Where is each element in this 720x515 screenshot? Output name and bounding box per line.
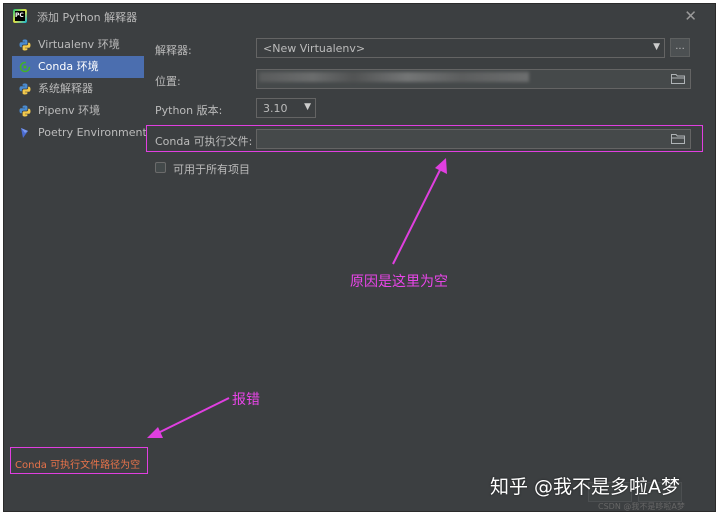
- location-label: 位置:: [155, 75, 181, 88]
- redacted-path: [259, 72, 529, 82]
- sidebar-item-label: Conda 环境: [38, 60, 99, 73]
- python-version-select[interactable]: 3.10 ▼: [256, 98, 316, 118]
- csdn-watermark: CSDN @我不是哆啦A梦: [598, 502, 685, 511]
- sidebar-item-virtualenv[interactable]: Virtualenv 环境: [12, 34, 144, 56]
- sidebar-item-label: Pipenv 环境: [38, 104, 101, 117]
- chevron-down-icon: ▼: [304, 102, 311, 112]
- sidebar-item-label: 系统解释器: [38, 82, 93, 95]
- python-version-value: 3.10: [263, 102, 288, 115]
- pipenv-icon: [19, 105, 31, 117]
- folder-icon[interactable]: [671, 73, 685, 84]
- poetry-icon: [21, 128, 28, 138]
- interpreter-value: <New Virtualenv>: [263, 42, 366, 55]
- interpreter-label: 解释器:: [155, 44, 192, 57]
- all-projects-checkbox[interactable]: [155, 162, 166, 173]
- sidebar-item-pipenv[interactable]: Pipenv 环境: [12, 100, 144, 122]
- location-field[interactable]: [256, 69, 691, 89]
- python-version-label: Python 版本:: [155, 104, 223, 117]
- browse-interpreter-button[interactable]: ...: [670, 38, 690, 57]
- zhihu-watermark: 知乎 @我不是多啦A梦: [490, 476, 681, 498]
- sidebar-item-label: Virtualenv 环境: [38, 38, 120, 51]
- dialog-title: 添加 Python 解释器: [37, 11, 138, 24]
- title-bar: 添加 Python 解释器 ✕: [4, 4, 715, 28]
- sidebar-item-system-interpreter[interactable]: 系统解释器: [12, 78, 144, 100]
- pycharm-logo-icon: [13, 9, 27, 23]
- add-python-interpreter-dialog: 添加 Python 解释器 ✕ Virtualenv 环境 Conda 环境 系…: [3, 3, 716, 512]
- annotation-error-pointer: 报错: [232, 392, 260, 408]
- all-projects-label: 可用于所有项目: [173, 163, 250, 176]
- interpreter-select[interactable]: <New Virtualenv> ▼: [256, 38, 665, 58]
- sidebar-item-label: Poetry Environment: [38, 126, 147, 139]
- python-icon: [19, 39, 31, 51]
- annotation-cause: 原因是这里为空: [350, 274, 448, 290]
- highlight-box-conda-executable: [146, 125, 703, 152]
- python-icon: [19, 83, 31, 95]
- chevron-down-icon: ▼: [653, 42, 660, 52]
- interpreter-type-list: Virtualenv 环境 Conda 环境 系统解释器 Pipenv 环境 P…: [12, 34, 147, 144]
- error-message: Conda 可执行文件路径为空: [15, 460, 141, 471]
- close-icon[interactable]: ✕: [684, 7, 697, 25]
- sidebar-item-conda[interactable]: Conda 环境: [12, 56, 144, 78]
- sidebar-item-poetry[interactable]: Poetry Environment: [12, 122, 147, 144]
- conda-icon: [19, 61, 31, 73]
